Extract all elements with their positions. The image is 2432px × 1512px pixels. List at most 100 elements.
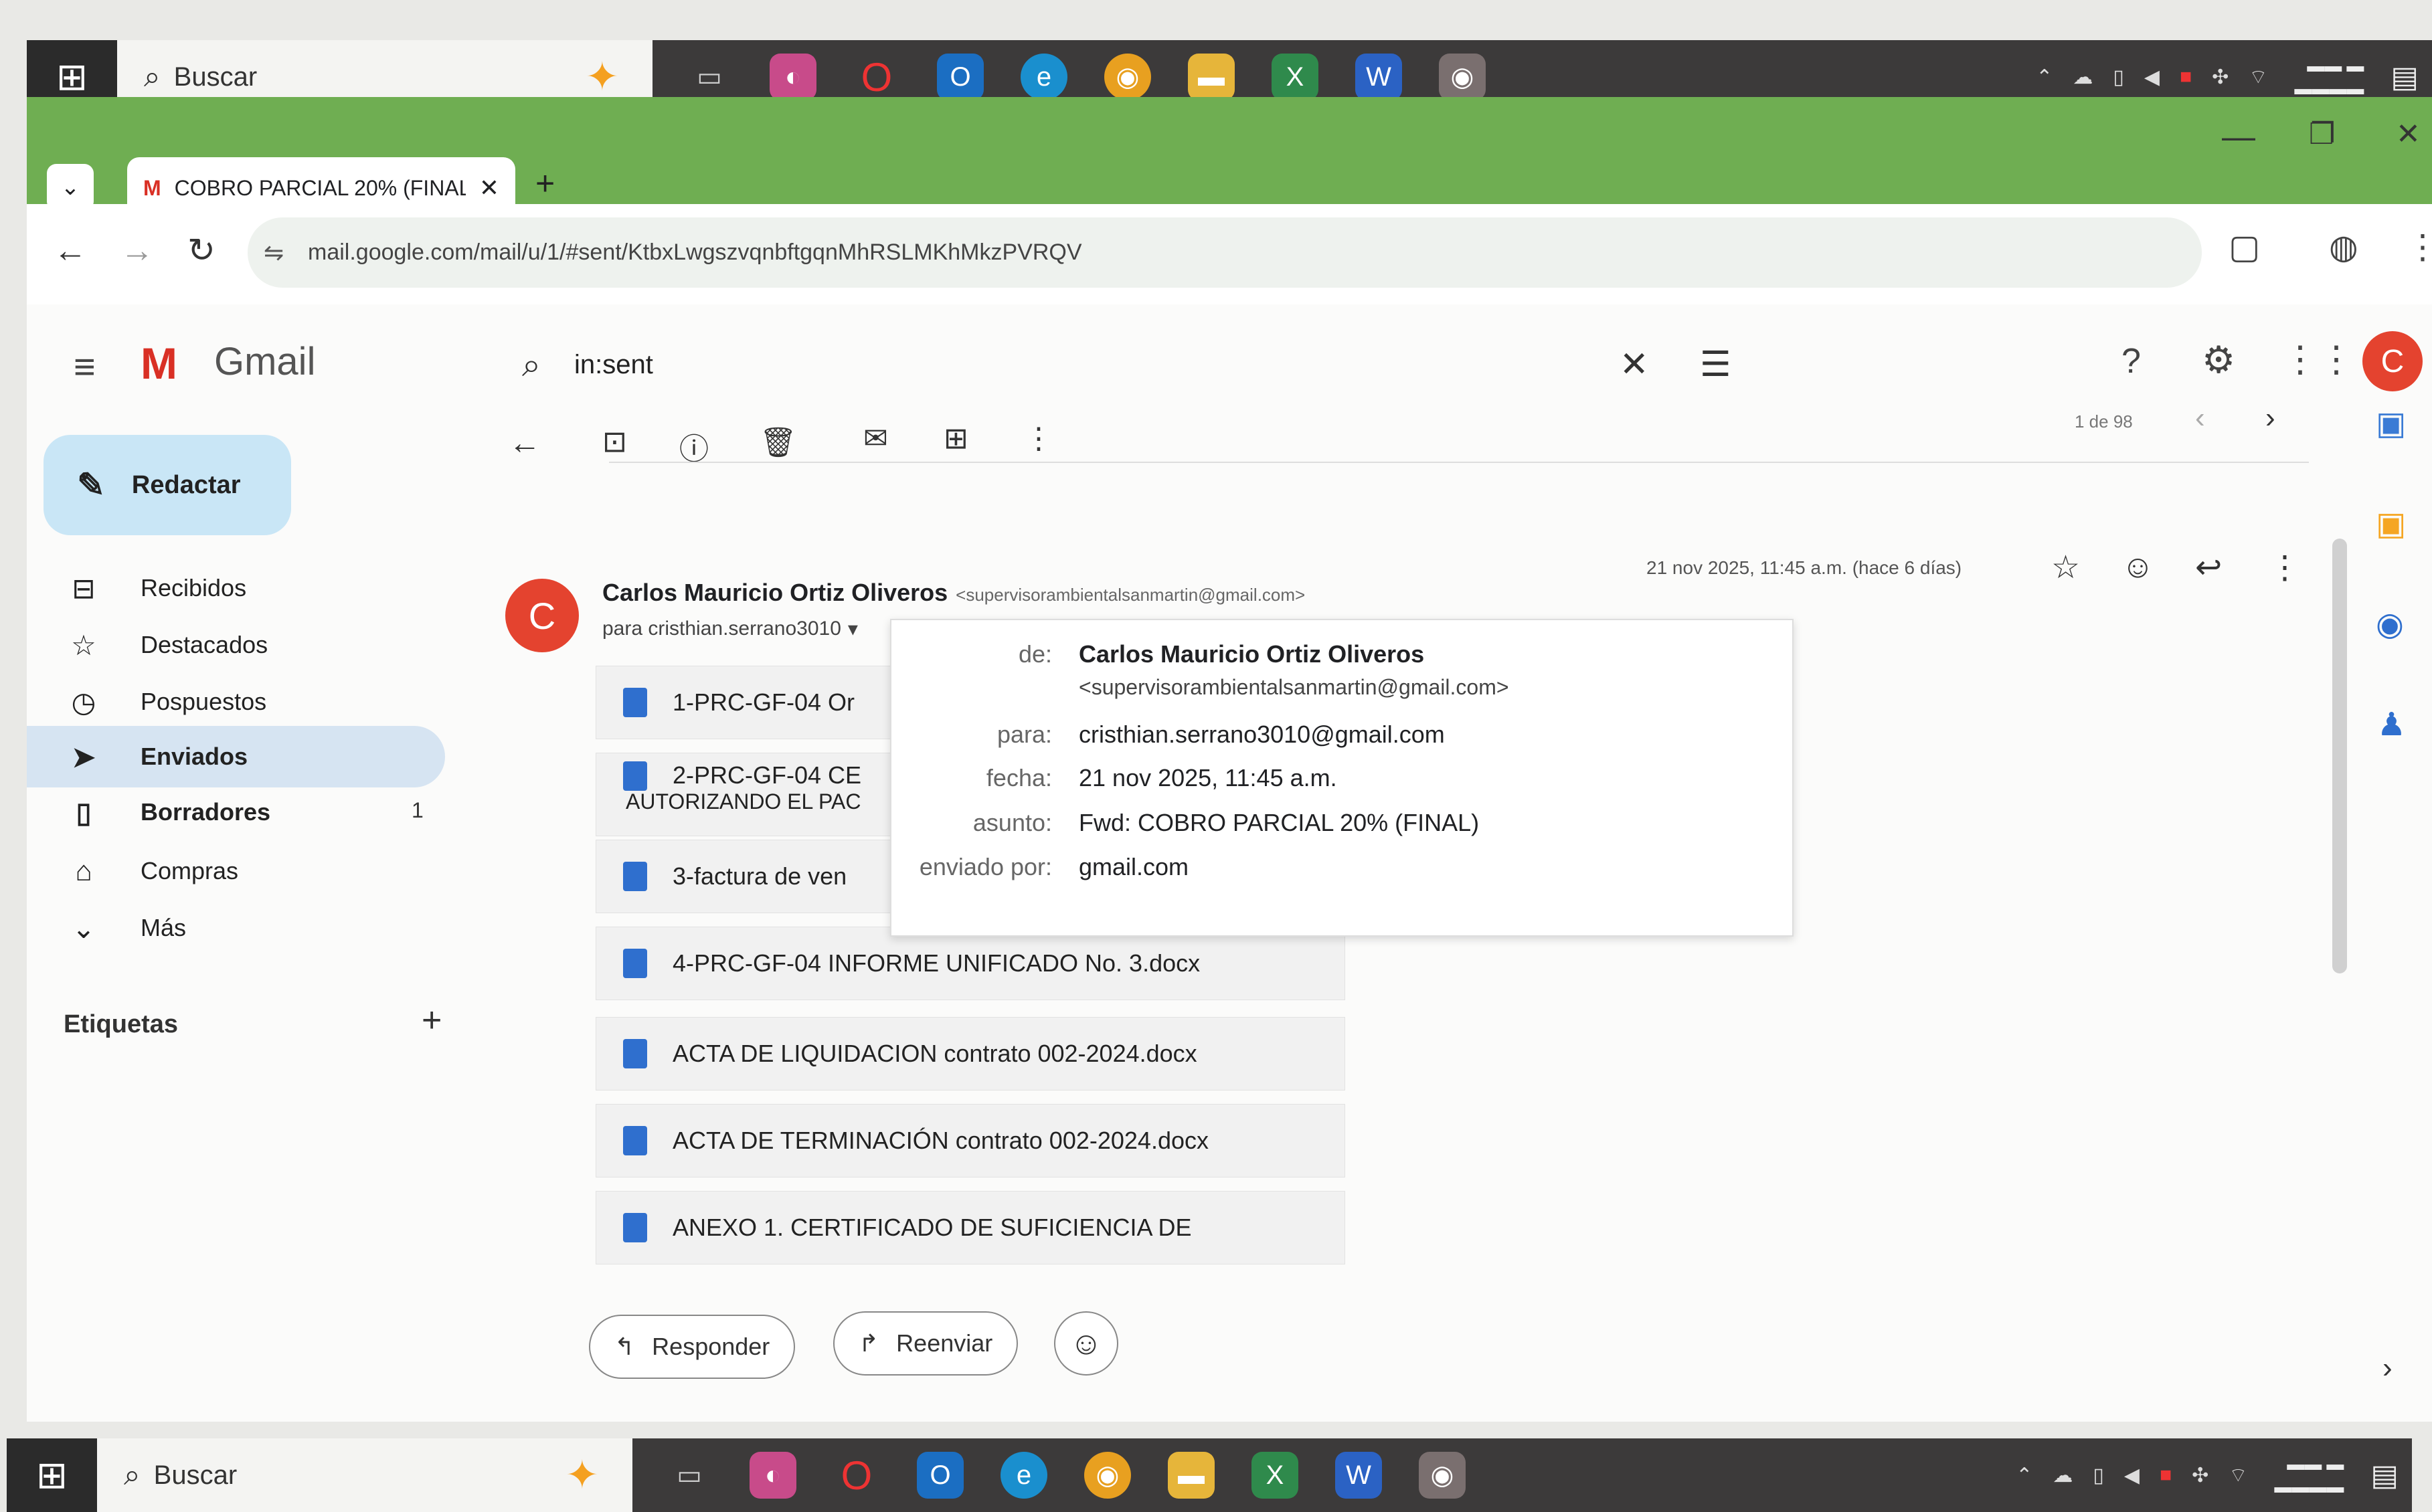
search-icon[interactable]: ⌕ — [522, 345, 541, 385]
emoji-reply-button[interactable]: ☺ — [1054, 1311, 1118, 1376]
cloud-icon[interactable]: ☁ — [2073, 66, 2093, 89]
sender-name[interactable]: Carlos Mauricio Ortiz Oliveros — [602, 579, 948, 607]
nav-item-pospuestos[interactable]: ◷ Pospuestos — [67, 676, 266, 728]
taskbar-search[interactable]: ⌕ Buscar ✦ — [97, 1438, 632, 1512]
chevron-up-icon[interactable]: ⌃ — [2016, 1464, 2032, 1487]
opera-icon[interactable]: O — [853, 54, 900, 100]
show-details-icon[interactable]: ▾ — [848, 618, 858, 641]
calendar-icon[interactable]: ▣ — [2376, 405, 2406, 442]
forward-button[interactable]: ↱ Reenviar — [833, 1311, 1019, 1376]
settings-gear-icon[interactable]: ⚙ — [2202, 338, 2235, 382]
speaker-icon[interactable]: ◀ — [2144, 66, 2160, 89]
nav-item-compras[interactable]: ⌂ Compras — [67, 845, 238, 897]
clear-search-icon[interactable]: ✕ — [1620, 345, 1649, 385]
nav-item-borradores[interactable]: ▯ Borradores — [67, 786, 270, 838]
start-button[interactable]: ⊞ — [7, 1438, 97, 1512]
file-explorer-icon[interactable]: ▬ — [1188, 54, 1235, 100]
copilot-icon[interactable]: ◐ — [770, 54, 816, 100]
outlook-icon[interactable]: O — [937, 54, 984, 100]
attachment-item[interactable]: 4-PRC-GF-04 INFORME UNIFICADO No. 3.docx — [596, 927, 1345, 1000]
browser-menu-icon[interactable]: ⋮ — [2406, 227, 2432, 266]
more-options-icon[interactable]: ⋮ — [1024, 421, 1053, 456]
search-options-icon[interactable]: ☰ — [1700, 345, 1731, 385]
close-tab-icon[interactable]: ✕ — [479, 174, 499, 202]
archive-icon[interactable]: ⊡ — [602, 425, 627, 459]
edge-icon[interactable]: e — [1001, 1452, 1047, 1499]
search-input[interactable]: in:sent — [574, 350, 653, 380]
nav-item-recibidos[interactable]: ⊟ Recibidos — [67, 562, 246, 614]
word-icon[interactable]: W — [1335, 1452, 1382, 1499]
keep-icon[interactable]: ▣ — [2376, 505, 2406, 543]
address-bar[interactable]: ⇋ mail.google.com/mail/u/1/#sent/KtbxLwg… — [248, 217, 2202, 288]
new-tab-button[interactable]: + — [535, 164, 555, 203]
chrome-profile-icon[interactable]: ◉ — [1419, 1452, 1466, 1499]
reload-icon[interactable]: ↻ — [187, 231, 215, 270]
emoji-reaction-icon[interactable]: ☺ — [2121, 549, 2154, 585]
vpn-icon[interactable]: ◍ — [2329, 227, 2358, 266]
account-avatar[interactable]: C — [2362, 331, 2423, 391]
outlook-icon[interactable]: O — [917, 1452, 964, 1499]
cloud-icon[interactable]: ☁ — [2053, 1464, 2073, 1487]
notification-icon[interactable]: ▤ — [2391, 60, 2419, 94]
move-to-icon[interactable]: ⊞ — [944, 421, 968, 456]
add-label-button[interactable]: + — [422, 1000, 442, 1040]
search-bar[interactable]: ⌕ in:sent ✕ ☰ — [495, 324, 1767, 405]
help-icon[interactable]: ? — [2121, 341, 2141, 381]
attachment-item[interactable]: ACTA DE LIQUIDACION contrato 002-2024.do… — [596, 1017, 1345, 1091]
wifi-icon[interactable]: ⌔ — [2229, 1462, 2247, 1488]
compose-button[interactable]: ✎ Redactar — [44, 435, 291, 535]
notification-icon[interactable]: ▤ — [2370, 1458, 2399, 1493]
taskbar-clock[interactable]: ▬▬ ▬ ▬▬▬▬ — [2274, 1452, 2344, 1498]
network-icon[interactable]: ✣ — [2212, 66, 2229, 89]
mark-unread-icon[interactable]: ✉ — [863, 421, 888, 456]
app-tray-icon[interactable]: ■ — [2180, 66, 2192, 88]
edge-icon[interactable]: e — [1021, 54, 1067, 100]
apps-grid-icon[interactable]: ⋮⋮ — [2282, 338, 2354, 380]
chrome-icon[interactable]: ◉ — [1104, 54, 1151, 100]
nav-item-enviados[interactable]: ➤ Enviados — [67, 731, 248, 783]
nav-item-mas[interactable]: ⌄ Más — [67, 902, 186, 954]
task-view-icon[interactable]: ▭ — [686, 54, 733, 100]
taskbar-clock[interactable]: ▬▬ ▬ ▬▬▬▬ — [2294, 54, 2364, 100]
excel-icon[interactable]: X — [1251, 1452, 1298, 1499]
battery-icon[interactable]: ▯ — [2113, 66, 2124, 89]
file-explorer-icon[interactable]: ▬ — [1168, 1452, 1215, 1499]
app-tray-icon[interactable]: ■ — [2160, 1464, 2172, 1487]
reply-icon[interactable]: ↩ — [2195, 549, 2222, 586]
extensions-icon[interactable]: ▢ — [2229, 227, 2260, 266]
recipient-line[interactable]: para cristhian.serrano3010 ▾ — [602, 618, 858, 641]
back-to-list-icon[interactable]: ← — [509, 425, 541, 462]
message-more-icon[interactable]: ⋮ — [2269, 549, 2301, 586]
chevron-up-icon[interactable]: ⌃ — [2036, 66, 2053, 89]
older-icon[interactable]: › — [2265, 401, 2275, 435]
close-window-icon[interactable]: ✕ — [2396, 117, 2421, 151]
restore-icon[interactable]: ❐ — [2309, 117, 2335, 151]
speaker-icon[interactable]: ◀ — [2124, 1464, 2140, 1487]
delete-icon[interactable]: 🗑 — [760, 425, 797, 460]
minimize-icon[interactable]: — — [2222, 117, 2255, 156]
attachment-item[interactable]: ACTA DE TERMINACIÓN contrato 002-2024.do… — [596, 1104, 1345, 1177]
newer-icon[interactable]: ‹ — [2195, 401, 2205, 435]
nav-item-destacados[interactable]: ☆ Destacados — [67, 619, 268, 671]
main-menu-icon[interactable]: ≡ — [74, 345, 96, 388]
expand-side-panel-icon[interactable]: › — [2382, 1351, 2393, 1385]
attachment-item[interactable]: ANEXO 1. CERTIFICADO DE SUFICIENCIA DE — [596, 1191, 1345, 1264]
star-message-icon[interactable]: ☆ — [2051, 549, 2080, 586]
wifi-icon[interactable]: ⌔ — [2249, 64, 2267, 90]
excel-icon[interactable]: X — [1272, 54, 1318, 100]
site-info-icon[interactable]: ⇋ — [264, 239, 284, 267]
opera-icon[interactable]: O — [833, 1452, 880, 1499]
task-view-icon[interactable]: ▭ — [666, 1452, 713, 1499]
copilot-icon[interactable]: ◐ — [750, 1452, 796, 1499]
back-icon[interactable]: ← — [54, 231, 87, 270]
battery-icon[interactable]: ▯ — [2093, 1464, 2104, 1487]
contacts-icon[interactable]: ♟ — [2377, 706, 2406, 743]
word-icon[interactable]: W — [1355, 54, 1402, 100]
chrome-profile-icon[interactable]: ◉ — [1439, 54, 1486, 100]
forward-icon[interactable]: → — [120, 231, 154, 270]
network-icon[interactable]: ✣ — [2192, 1464, 2208, 1487]
message-scrollbar[interactable] — [2332, 539, 2347, 973]
tasks-icon[interactable]: ◉ — [2376, 605, 2404, 643]
reply-button[interactable]: ↰ Responder — [589, 1315, 796, 1379]
chrome-icon[interactable]: ◉ — [1084, 1452, 1131, 1499]
